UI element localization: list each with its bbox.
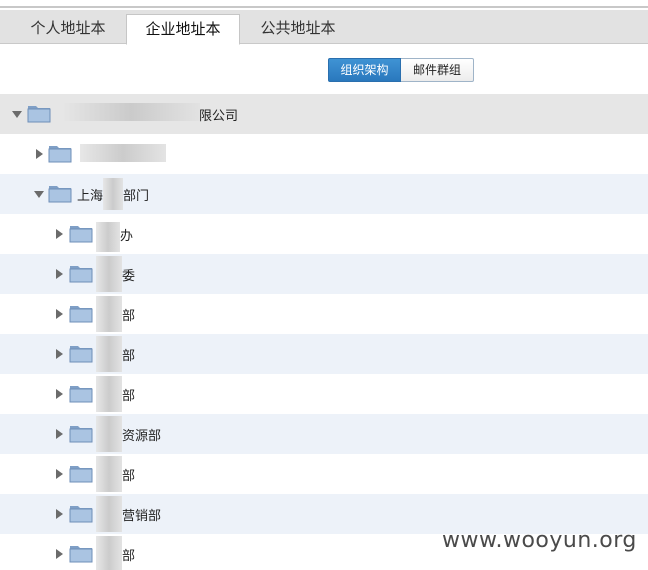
redaction-mask	[103, 178, 123, 210]
folder-icon	[69, 546, 93, 563]
folder-icon	[27, 106, 51, 123]
folder-icon	[69, 266, 93, 283]
folder-icon	[69, 466, 93, 483]
org-structure-button[interactable]: 组织架构	[328, 58, 401, 82]
redaction-mask	[96, 496, 122, 532]
redaction-mask	[96, 536, 122, 570]
tree-node-root[interactable]: 限公司	[0, 94, 648, 134]
folder-icon	[48, 146, 72, 163]
tree-node-label: 部门	[123, 188, 150, 203]
address-book-tabs: 个人地址本 企业地址本 公共地址本	[0, 10, 648, 45]
tree-node[interactable]	[0, 134, 648, 174]
tree-node-label: 营销部	[122, 508, 162, 523]
redaction-mask	[96, 376, 122, 412]
tree-node-label: 部	[122, 348, 136, 363]
tree-node-label: 部	[122, 548, 136, 563]
expand-arrow-icon[interactable]	[56, 269, 63, 279]
tab-personal-address-book[interactable]: 个人地址本	[18, 14, 118, 44]
tree-node[interactable]: 委	[0, 254, 648, 294]
redaction-mask	[62, 103, 200, 121]
tree-node[interactable]: 部	[0, 454, 648, 494]
tree-node-label: 上海	[77, 188, 104, 203]
expand-arrow-icon[interactable]	[56, 549, 63, 559]
expand-arrow-icon[interactable]	[56, 389, 63, 399]
redaction-mask	[96, 456, 122, 492]
expand-arrow-icon[interactable]	[56, 509, 63, 519]
folder-icon	[69, 226, 93, 243]
folder-icon	[69, 346, 93, 363]
redaction-mask	[96, 336, 122, 372]
folder-icon	[69, 386, 93, 403]
tree-node[interactable]: 办	[0, 214, 648, 254]
redaction-mask	[96, 222, 120, 252]
expand-arrow-icon[interactable]	[56, 309, 63, 319]
tree-node-label: 部	[122, 388, 136, 403]
expand-arrow-icon[interactable]	[56, 469, 63, 479]
tab-public-address-book[interactable]: 公共地址本	[248, 14, 348, 44]
redaction-mask	[96, 256, 122, 292]
expand-arrow-icon[interactable]	[36, 149, 43, 159]
folder-icon	[69, 426, 93, 443]
expand-arrow-icon[interactable]	[56, 229, 63, 239]
tree-node[interactable]: 部	[0, 374, 648, 414]
collapse-arrow-icon[interactable]	[12, 111, 22, 118]
expand-arrow-icon[interactable]	[56, 349, 63, 359]
tree-node-label: 限公司	[199, 108, 239, 123]
folder-icon	[69, 506, 93, 523]
watermark: www.wooyun.org	[442, 528, 637, 553]
tree-node[interactable]: 上海 部门	[0, 174, 648, 214]
folder-icon	[69, 306, 93, 323]
tree-node-label: 部	[122, 468, 136, 483]
tree-node-label: 资源部	[122, 428, 162, 443]
tree-node[interactable]: 部	[0, 334, 648, 374]
redaction-mask	[80, 144, 166, 162]
org-tree: 限公司 上海 部门 办 委 部 部 部 资源部 部 营销部 部	[0, 94, 648, 570]
expand-arrow-icon[interactable]	[56, 429, 63, 439]
mail-group-button[interactable]: 邮件群组	[401, 58, 474, 82]
collapse-arrow-icon[interactable]	[34, 191, 44, 198]
redaction-mask	[96, 296, 122, 332]
tree-node[interactable]: 资源部	[0, 414, 648, 454]
tab-enterprise-address-book[interactable]: 企业地址本	[126, 14, 240, 45]
top-border	[0, 0, 648, 8]
view-toggle: 组织架构 邮件群组	[328, 58, 474, 82]
folder-icon	[48, 186, 72, 203]
tree-node-label: 委	[122, 268, 136, 283]
redaction-mask	[96, 416, 122, 452]
tree-node-label: 办	[120, 228, 134, 243]
tree-node[interactable]: 部	[0, 294, 648, 334]
tree-node-label: 部	[122, 308, 136, 323]
